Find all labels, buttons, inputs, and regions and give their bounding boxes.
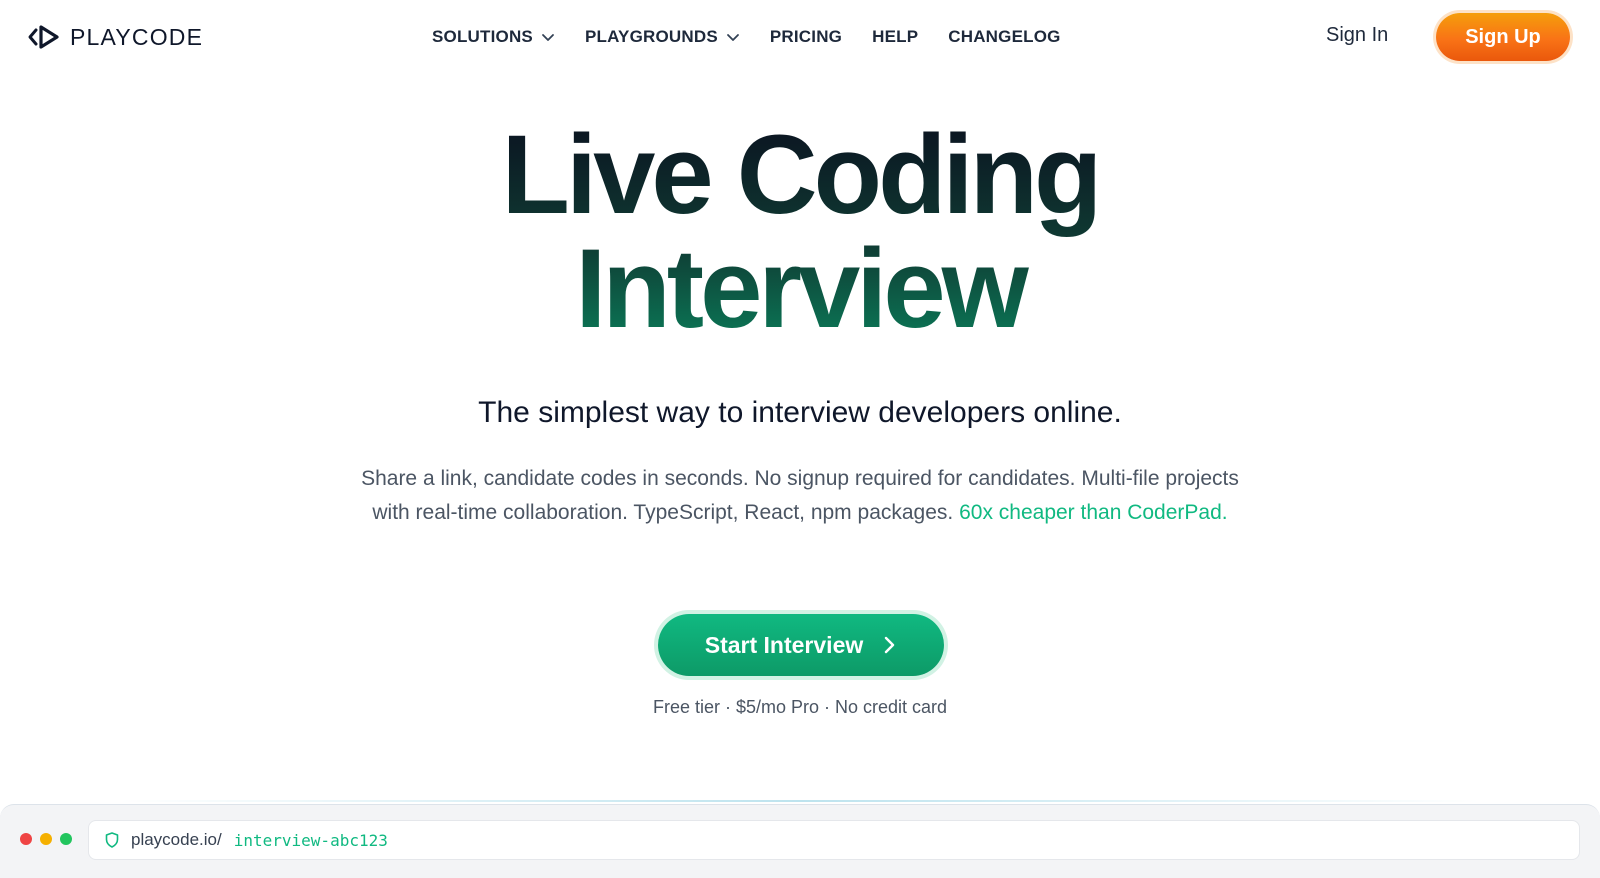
brand-name: PLAYCODE [70,23,204,50]
nav-item-pricing[interactable]: PRICING [770,27,842,47]
chevron-right-icon [885,636,895,654]
minimize-window-dot[interactable] [40,833,52,845]
price-comparison-highlight: 60x cheaper than CoderPad. [959,501,1228,524]
nav-item-playgrounds[interactable]: PLAYGROUNDS [585,27,740,47]
hero-title: Live Coding Interview [0,118,1600,346]
preview-glow [120,800,1480,802]
close-window-dot[interactable] [20,833,32,845]
nav-item-label: PLAYGROUNDS [584,27,718,46]
nav-item-solutions[interactable]: SOLUTIONS [432,27,555,47]
hero-title-line-1: Live Coding [501,112,1099,237]
sign-in-link[interactable]: Sign In [1326,24,1388,47]
hero-title-line-2: Interview [575,226,1025,351]
landing-page: PLAYCODE SOLUTIONS PLAYGROUNDS PRICING H… [0,0,1600,878]
chevron-down-icon [726,34,739,41]
site-header: PLAYCODE SOLUTIONS PLAYGROUNDS PRICING H… [0,0,1600,74]
url-path: interview-abc123 [233,830,388,850]
logo-link[interactable]: PLAYCODE [28,22,203,52]
cta-label: Start Interview [704,631,864,658]
window-controls [20,833,72,845]
chevron-down-icon [542,34,554,41]
hero-subtitle: The simplest way to interview developers… [478,396,1122,429]
shield-icon [105,832,119,848]
maximize-window-dot[interactable] [60,833,72,845]
nav-item-label: HELP [872,27,919,46]
playcode-logo-icon [28,25,59,49]
sign-up-button[interactable]: Sign Up [1436,13,1570,61]
nav-item-label: PRICING [769,27,843,46]
main-nav: SOLUTIONS PLAYGROUNDS PRICING HELP CHANG… [432,24,1091,50]
nav-item-label: CHANGELOG [948,27,1061,46]
nav-item-changelog[interactable]: CHANGELOG [948,27,1060,47]
nav-item-help[interactable]: HELP [872,27,918,47]
start-interview-button[interactable]: Start Interview [658,614,944,676]
address-bar[interactable]: playcode.io/ interview-abc123 [88,820,1580,860]
url-host: playcode.io/ [131,830,222,849]
nav-item-label: SOLUTIONS [432,27,533,46]
pricing-note: Free tier · $5/mo Pro · No credit card [652,697,948,717]
hero-description: Share a link, candidate codes in seconds… [350,462,1250,530]
